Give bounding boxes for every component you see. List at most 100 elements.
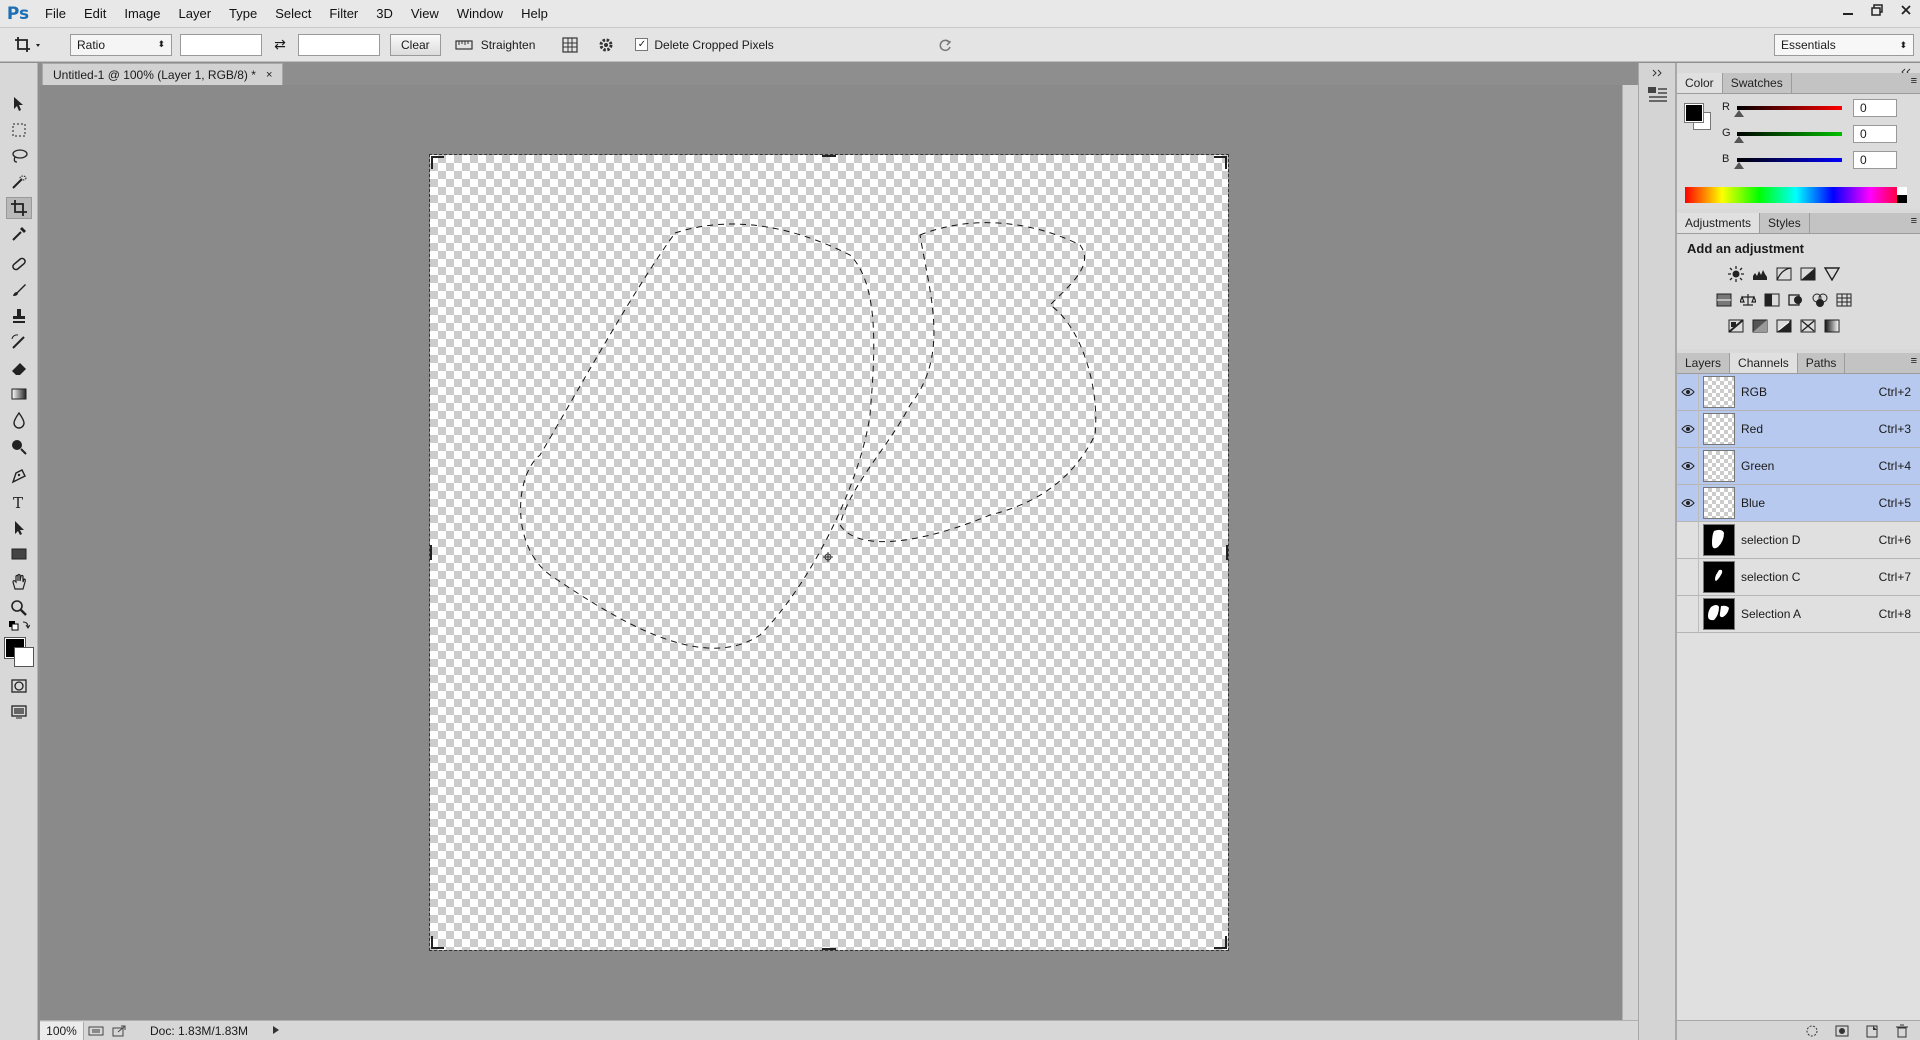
threshold-icon[interactable] — [1775, 318, 1793, 334]
ratio-height-input[interactable] — [298, 33, 380, 56]
crop-handles[interactable] — [430, 155, 1228, 950]
red-slider-thumb[interactable] — [1734, 110, 1744, 117]
channel-row-selection-a[interactable]: Selection A Ctrl+8 — [1677, 595, 1920, 633]
expand-panels-icon[interactable] — [1651, 65, 1665, 80]
blur-tool-icon[interactable] — [6, 409, 32, 431]
zoom-level-field[interactable]: 100% — [40, 1021, 84, 1040]
marquee-tool-icon[interactable] — [6, 119, 32, 141]
dodge-tool-icon[interactable] — [6, 435, 32, 457]
menu-view[interactable]: View — [402, 0, 448, 28]
quick-selection-tool-icon[interactable] — [6, 171, 32, 193]
close-icon[interactable] — [1891, 0, 1920, 20]
menu-window[interactable]: Window — [448, 0, 512, 28]
tab-swatches[interactable]: Swatches — [1723, 73, 1792, 93]
gradient-map-icon[interactable] — [1823, 318, 1841, 334]
screen-mode-icon[interactable] — [6, 701, 32, 723]
menu-layer[interactable]: Layer — [170, 0, 221, 28]
visibility-toggle[interactable] — [1677, 521, 1699, 559]
visibility-eye-icon[interactable] — [1677, 373, 1699, 411]
quick-mask-icon[interactable] — [6, 675, 32, 697]
visibility-toggle[interactable] — [1677, 595, 1699, 633]
blue-value-input[interactable]: 0 — [1853, 151, 1897, 169]
status-menu-arrow-icon[interactable] — [272, 1024, 280, 1038]
tab-layers[interactable]: Layers — [1677, 353, 1731, 373]
zoom-tool-icon[interactable] — [6, 597, 32, 619]
levels-icon[interactable] — [1751, 266, 1769, 282]
eyedropper-tool-icon[interactable] — [6, 223, 32, 245]
load-channel-as-selection-icon[interactable] — [1801, 1023, 1823, 1039]
brush-tool-icon[interactable] — [6, 279, 32, 301]
clear-button[interactable]: Clear — [390, 33, 441, 56]
tab-channels[interactable]: Channels — [1730, 353, 1798, 373]
channel-row-blue[interactable]: Blue Ctrl+5 — [1677, 484, 1920, 522]
ratio-select[interactable]: Ratio ⬍ — [70, 33, 172, 56]
visibility-eye-icon[interactable] — [1677, 484, 1699, 522]
crop-tool-icon[interactable] — [6, 197, 32, 219]
tool-preset-picker[interactable] — [14, 30, 56, 60]
move-tool-icon[interactable] — [6, 93, 32, 115]
default-colors-icon[interactable] — [6, 619, 32, 633]
history-brush-tool-icon[interactable] — [6, 331, 32, 353]
tab-color[interactable]: Color — [1677, 73, 1723, 93]
channel-row-green[interactable]: Green Ctrl+4 — [1677, 447, 1920, 485]
vertical-scrollbar[interactable] — [1622, 85, 1638, 1020]
visibility-toggle[interactable] — [1677, 558, 1699, 596]
channel-mixer-icon[interactable] — [1811, 292, 1829, 308]
menu-help[interactable]: Help — [512, 0, 557, 28]
channel-row-selection-d[interactable]: selection D Ctrl+6 — [1677, 521, 1920, 559]
type-tool-icon[interactable]: T — [6, 491, 32, 513]
menu-3d[interactable]: 3D — [367, 0, 402, 28]
panel-menu-icon[interactable]: ≡ — [1911, 355, 1917, 367]
document-tab[interactable]: Untitled-1 @ 100% (Layer 1, RGB/8) * × — [42, 63, 284, 85]
hue-saturation-icon[interactable] — [1715, 292, 1733, 308]
invert-icon[interactable] — [1727, 318, 1745, 334]
workspace-select[interactable]: Essentials ⬍ — [1774, 34, 1914, 56]
background-color-swatch[interactable] — [14, 647, 34, 667]
curves-icon[interactable] — [1775, 266, 1793, 282]
save-selection-as-channel-icon[interactable] — [1831, 1023, 1853, 1039]
minimize-icon[interactable] — [1833, 0, 1862, 20]
red-value-input[interactable]: 0 — [1853, 99, 1897, 117]
brightness-contrast-icon[interactable] — [1727, 266, 1745, 282]
canvas[interactable] — [429, 154, 1229, 951]
rectangle-tool-icon[interactable] — [6, 543, 32, 565]
straighten-label[interactable]: Straighten — [481, 38, 536, 52]
menu-select[interactable]: Select — [266, 0, 320, 28]
blue-slider[interactable] — [1737, 158, 1842, 162]
gradient-tool-icon[interactable] — [6, 383, 32, 405]
delete-channel-icon[interactable] — [1891, 1023, 1913, 1039]
overlay-grid-icon[interactable] — [559, 34, 581, 56]
gear-icon[interactable] — [595, 34, 617, 56]
close-document-icon[interactable]: × — [266, 69, 272, 81]
pen-tool-icon[interactable] — [6, 465, 32, 487]
reset-icon[interactable] — [934, 34, 956, 56]
menu-file[interactable]: File — [36, 0, 75, 28]
tab-styles[interactable]: Styles — [1760, 213, 1810, 233]
color-lookup-icon[interactable] — [1835, 292, 1853, 308]
share-icon[interactable] — [108, 1025, 130, 1037]
selective-color-icon[interactable] — [1799, 318, 1817, 334]
panel-menu-icon[interactable]: ≡ — [1911, 75, 1917, 87]
green-slider-thumb[interactable] — [1734, 136, 1744, 143]
exposure-icon[interactable] — [1799, 266, 1817, 282]
green-slider[interactable] — [1737, 132, 1842, 136]
menu-image[interactable]: Image — [115, 0, 169, 28]
tab-adjustments[interactable]: Adjustments — [1677, 213, 1761, 233]
channel-row-selection-c[interactable]: selection C Ctrl+7 — [1677, 558, 1920, 596]
photo-filter-icon[interactable] — [1787, 292, 1805, 308]
posterize-icon[interactable] — [1751, 318, 1769, 334]
proof-icon[interactable] — [84, 1025, 108, 1037]
color-foreground-swatch[interactable] — [1684, 103, 1704, 123]
menu-edit[interactable]: Edit — [75, 0, 115, 28]
red-slider[interactable] — [1737, 106, 1842, 110]
eraser-tool-icon[interactable] — [6, 357, 32, 379]
channel-row-red[interactable]: Red Ctrl+3 — [1677, 410, 1920, 448]
color-spectrum[interactable] — [1685, 187, 1907, 203]
vibrance-icon[interactable] — [1823, 266, 1841, 282]
ratio-width-input[interactable] — [180, 33, 262, 56]
path-selection-tool-icon[interactable] — [6, 517, 32, 539]
restore-icon[interactable] — [1862, 0, 1891, 20]
channel-row-rgb[interactable]: RGB Ctrl+2 — [1677, 373, 1920, 411]
spectrum-black-white[interactable] — [1897, 187, 1907, 203]
tab-paths[interactable]: Paths — [1798, 353, 1846, 373]
